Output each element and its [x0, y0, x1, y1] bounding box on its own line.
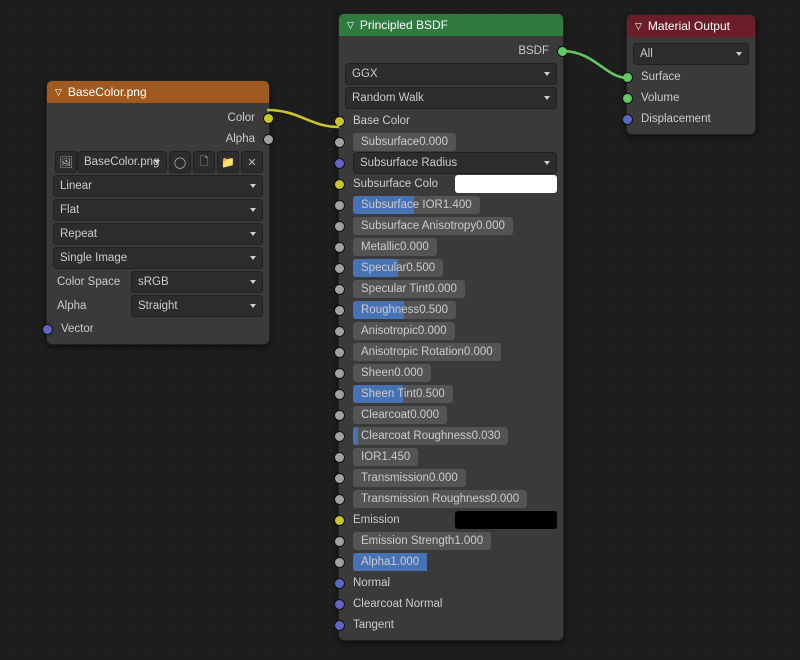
image-selector-row: 🖼 BaseColor.png ◯ 🗋 📁 ✕	[53, 151, 263, 173]
emission_strength-slider[interactable]: Emission Strength1.000	[353, 532, 491, 550]
socket-specular_tint-in[interactable]	[334, 284, 345, 295]
input-volume: Volume	[631, 88, 751, 108]
new-image-icon[interactable]: 🗋	[193, 151, 215, 173]
collapse-icon[interactable]: ▽	[347, 20, 354, 31]
socket-subsurface-in[interactable]	[334, 137, 345, 148]
socket-transmission_roughness-in[interactable]	[334, 494, 345, 505]
open-image-icon[interactable]: 📁	[217, 151, 239, 173]
image-texture-node[interactable]: ▽ BaseColor.png Color Alpha 🖼 BaseColor.…	[46, 80, 270, 345]
subsurface_ior-slider[interactable]: Subsurface IOR1.400	[353, 196, 480, 214]
socket-clearcoat-in[interactable]	[334, 410, 345, 421]
clearcoat-slider[interactable]: Clearcoat0.000	[353, 406, 447, 424]
socket-alpha-in[interactable]	[334, 557, 345, 568]
principled-bsdf-node[interactable]: ▽ Principled BSDF BSDF GGX Random Walk B…	[338, 13, 564, 641]
output-color: Color	[51, 108, 265, 128]
subsurface-slider[interactable]: Subsurface0.000	[353, 133, 456, 151]
interp-dropdown[interactable]: Linear	[53, 175, 263, 197]
input-vector: Vector	[51, 319, 265, 339]
metallic-slider[interactable]: Metallic0.000	[353, 238, 437, 256]
input-base-color: Base Color	[343, 111, 559, 131]
colorspace-label: Color Space	[57, 276, 131, 288]
fake-user-icon[interactable]: ◯	[169, 151, 191, 173]
socket-alpha-out[interactable]	[263, 134, 274, 145]
node-title: Principled BSDF	[360, 18, 448, 32]
clearcoat_roughness-slider[interactable]: Clearcoat Roughness0.030	[353, 427, 508, 445]
socket-ior-in[interactable]	[334, 452, 345, 463]
alpha-mode-label: Alpha	[57, 300, 131, 312]
socket-roughness-in[interactable]	[334, 305, 345, 316]
socket-vector-in[interactable]	[42, 324, 53, 335]
subsurface-radius-dropdown[interactable]: Subsurface Radius	[353, 152, 557, 174]
extension-dropdown[interactable]: Repeat	[53, 223, 263, 245]
subsurface-method-dropdown[interactable]: Random Walk	[345, 87, 557, 109]
socket-subsurface-color-in[interactable]	[334, 179, 345, 190]
socket-subsurface_ior-in[interactable]	[334, 200, 345, 211]
socket-bsdf-out[interactable]	[557, 46, 568, 57]
socket-volume-in[interactable]	[622, 93, 633, 104]
socket-tangent-in[interactable]	[334, 620, 345, 631]
socket-subsurface-radius-in[interactable]	[334, 158, 345, 169]
anisotropic_rotation-slider[interactable]: Anisotropic Rotation0.000	[353, 343, 501, 361]
projection-dropdown[interactable]: Flat	[53, 199, 263, 221]
input-surface: Surface	[631, 67, 751, 87]
output-alpha: Alpha	[51, 129, 265, 149]
socket-metallic-in[interactable]	[334, 242, 345, 253]
sheen-slider[interactable]: Sheen0.000	[353, 364, 431, 382]
sheen_tint-slider[interactable]: Sheen Tint0.500	[353, 385, 453, 403]
socket-emission_strength-in[interactable]	[334, 536, 345, 547]
socket-clearcoat-normal-in[interactable]	[334, 599, 345, 610]
anisotropic-slider[interactable]: Anisotropic0.000	[353, 322, 455, 340]
ior-slider[interactable]: IOR1.450	[353, 448, 418, 466]
socket-sheen-in[interactable]	[334, 368, 345, 379]
emission-swatch[interactable]	[455, 511, 557, 529]
socket-subsurface_anisotropy-in[interactable]	[334, 221, 345, 232]
roughness-slider[interactable]: Roughness0.500	[353, 301, 456, 319]
subsurface-color-swatch[interactable]	[455, 175, 557, 193]
socket-base-color-in[interactable]	[334, 116, 345, 127]
collapse-icon[interactable]: ▽	[635, 21, 642, 32]
image-datablock-icon[interactable]: 🖼	[55, 151, 77, 173]
socket-clearcoat_roughness-in[interactable]	[334, 431, 345, 442]
source-dropdown[interactable]: Single Image	[53, 247, 263, 269]
alpha-mode-dropdown[interactable]: Straight	[131, 295, 263, 317]
output-bsdf: BSDF	[343, 41, 559, 61]
node-header[interactable]: ▽ Principled BSDF	[339, 14, 563, 36]
target-dropdown[interactable]: All	[633, 43, 749, 65]
image-name-field[interactable]: BaseColor.png	[77, 151, 167, 173]
socket-normal-in[interactable]	[334, 578, 345, 589]
distribution-dropdown[interactable]: GGX	[345, 63, 557, 85]
node-header[interactable]: ▽ Material Output	[627, 15, 755, 37]
socket-transmission-in[interactable]	[334, 473, 345, 484]
socket-surface-in[interactable]	[622, 72, 633, 83]
transmission_roughness-slider[interactable]: Transmission Roughness0.000	[353, 490, 527, 508]
transmission-slider[interactable]: Transmission0.000	[353, 469, 466, 487]
socket-color-out[interactable]	[263, 113, 274, 124]
socket-displacement-in[interactable]	[622, 114, 633, 125]
socket-specular-in[interactable]	[334, 263, 345, 274]
socket-anisotropic_rotation-in[interactable]	[334, 347, 345, 358]
subsurface_anisotropy-slider[interactable]: Subsurface Anisotropy0.000	[353, 217, 513, 235]
node-title: BaseColor.png	[68, 85, 147, 99]
alpha-slider[interactable]: Alpha1.000	[353, 553, 427, 571]
material-output-node[interactable]: ▽ Material Output All Surface Volume Dis…	[626, 14, 756, 135]
node-title: Material Output	[648, 19, 730, 33]
unlink-image-icon[interactable]: ✕	[241, 151, 263, 173]
specular_tint-slider[interactable]: Specular Tint0.000	[353, 280, 465, 298]
socket-sheen_tint-in[interactable]	[334, 389, 345, 400]
input-displacement: Displacement	[631, 109, 751, 129]
colorspace-dropdown[interactable]: sRGB	[131, 271, 263, 293]
socket-anisotropic-in[interactable]	[334, 326, 345, 337]
specular-slider[interactable]: Specular0.500	[353, 259, 443, 277]
collapse-icon[interactable]: ▽	[55, 87, 62, 98]
socket-emission-in[interactable]	[334, 515, 345, 526]
node-header[interactable]: ▽ BaseColor.png	[47, 81, 269, 103]
